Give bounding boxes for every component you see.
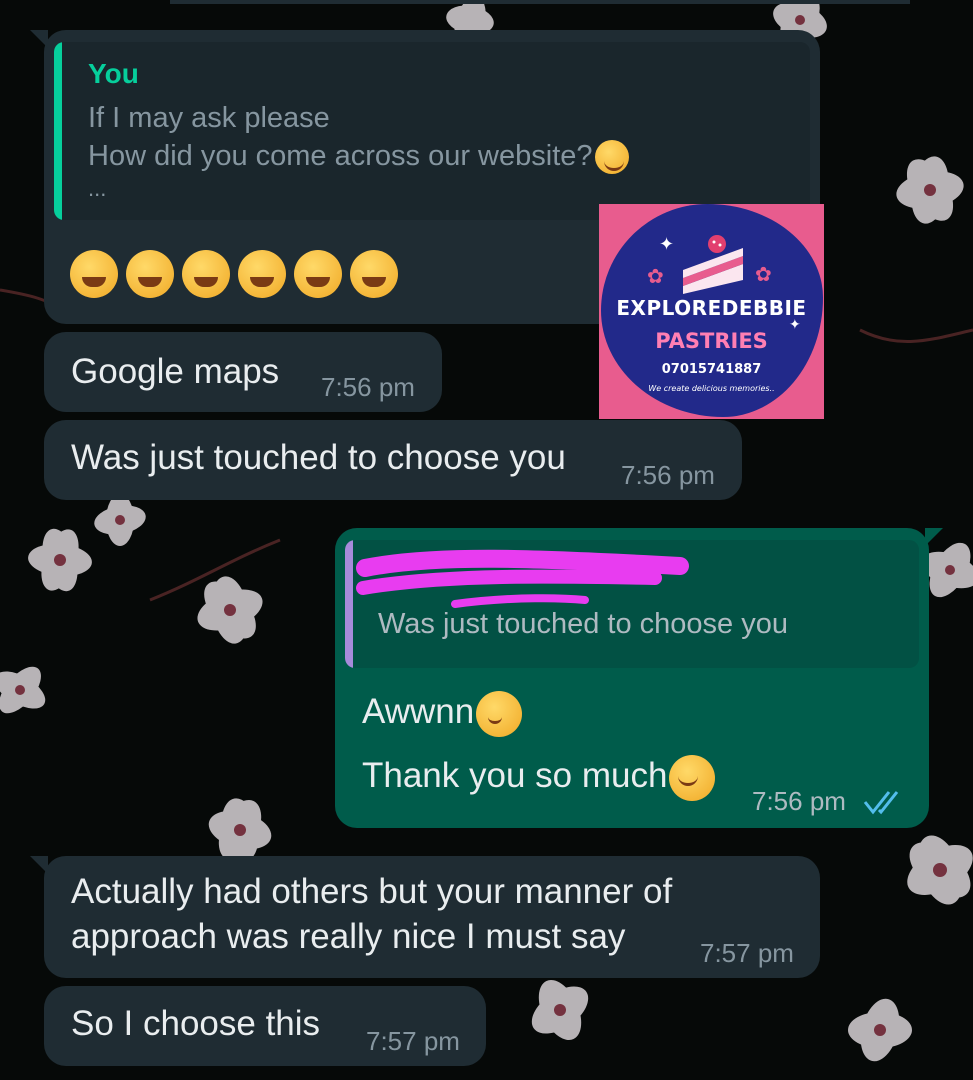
brand-logo: ✦ ✦ ✿ ✿ EXPLOREDEBBIE PASTRIES 070157418… xyxy=(599,204,824,419)
rolling-on-floor-laughing-icon xyxy=(238,250,286,298)
bubble-tail xyxy=(30,856,48,874)
message-text: Actually had others but your manner of xyxy=(71,872,673,911)
message-time: 7:57 pm xyxy=(366,1026,460,1056)
rolling-on-floor-laughing-icon xyxy=(182,250,230,298)
brand-tagline: We create delicious memories.. xyxy=(648,384,775,393)
incoming-message[interactable]: Actually had others but your manner of a… xyxy=(30,856,820,978)
quote-ellipsis: ... xyxy=(88,176,107,201)
message-time: 7:56 pm xyxy=(752,786,846,816)
pleading-face-icon xyxy=(476,690,523,737)
message-text: Thank you so much xyxy=(362,754,716,801)
bubble-tail xyxy=(30,30,48,48)
smiling-face-icon xyxy=(669,754,716,801)
quote-line-text: How did you come across our website? xyxy=(88,140,593,172)
message-line: Thank you so much xyxy=(362,756,668,795)
quote-line: How did you come across our website? xyxy=(88,140,629,175)
flower-icon: ✿ xyxy=(647,266,664,288)
redaction-scribble xyxy=(356,549,689,608)
message-text: Awwnn xyxy=(362,690,523,737)
double-check-read-icon xyxy=(863,791,899,815)
message-text: approach was really nice I must say xyxy=(71,917,626,956)
incoming-message[interactable]: Was just touched to choose you 7:56 pm xyxy=(44,420,742,500)
sparkle-icon: ✦ xyxy=(659,234,675,254)
bubble-tail xyxy=(925,528,943,546)
rolling-on-floor-laughing-icon xyxy=(294,250,342,298)
brand-phone: 07015741887 xyxy=(661,362,762,377)
rolling-on-floor-laughing-icon xyxy=(70,250,118,298)
rolling-on-floor-laughing-icon xyxy=(350,250,398,298)
quote-bar xyxy=(54,42,62,220)
cake-slice-icon xyxy=(683,235,743,294)
flower-icon: ✿ xyxy=(755,264,772,286)
rolling-on-floor-laughing-icon xyxy=(126,250,174,298)
brand-sub: PASTRIES xyxy=(655,329,768,353)
brand-name: EXPLOREDEBBIE xyxy=(616,296,807,320)
quote-sender: You xyxy=(88,58,139,89)
quote-line: If I may ask please xyxy=(88,102,330,134)
message-line: Awwnn xyxy=(362,692,475,731)
message-time: 7:57 pm xyxy=(700,938,794,968)
message-time: 7:56 pm xyxy=(621,460,715,490)
smiling-face-icon xyxy=(594,140,629,175)
message-text: So I choose this xyxy=(71,1004,321,1043)
emoji-row xyxy=(70,250,406,298)
incoming-message[interactable]: So I choose this 7:57 pm xyxy=(44,986,486,1066)
incoming-message[interactable]: Google maps 7:56 pm xyxy=(44,332,442,412)
message-text: Google maps xyxy=(71,352,280,391)
quote-bar xyxy=(345,540,353,668)
message-text: Was just touched to choose you xyxy=(71,438,566,477)
message-time: 7:56 pm xyxy=(321,372,415,402)
quoted-message[interactable]: You If I may ask please How did you come… xyxy=(54,42,810,220)
